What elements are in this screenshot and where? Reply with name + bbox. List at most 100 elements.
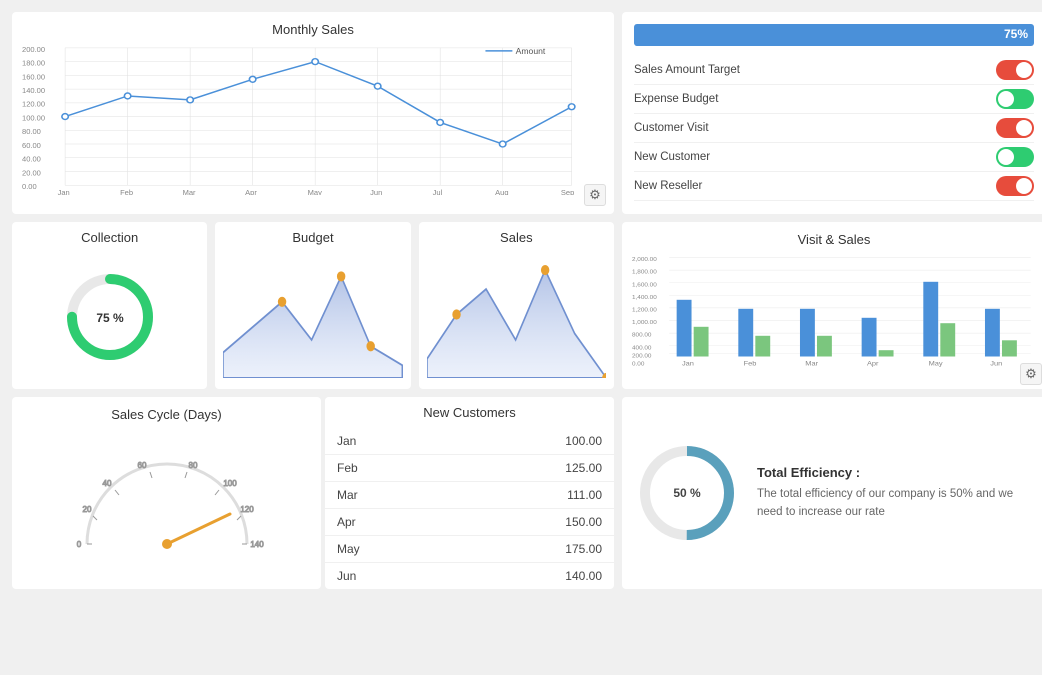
monthly-sales-title: Monthly Sales [22, 22, 604, 37]
svg-text:1,400.00: 1,400.00 [632, 295, 658, 300]
table-row: Apr 150.00 [325, 509, 614, 536]
efficiency-label: 50 % [673, 486, 700, 500]
toggle-sales-amount: Sales Amount Target [634, 56, 1034, 85]
svg-text:Mar: Mar [183, 188, 197, 195]
svg-text:Aug: Aug [495, 188, 508, 195]
collection-donut-svg: 75 % [60, 267, 160, 367]
efficiency-donut: 50 % [632, 438, 742, 548]
svg-text:0.00: 0.00 [632, 362, 645, 367]
svg-text:Apr: Apr [867, 361, 879, 367]
svg-text:20.00: 20.00 [22, 169, 41, 178]
svg-text:May: May [308, 188, 323, 195]
new-customers-table-container[interactable]: Jan 100.00 Feb 125.00 Mar 111.00 Apr [325, 428, 614, 583]
line-chart-svg: 200.00 180.00 160.00 140.00 120.00 100.0… [22, 43, 604, 195]
svg-text:1,000.00: 1,000.00 [632, 320, 658, 325]
progress-label: 75% [1004, 27, 1028, 41]
table-row: Mar 111.00 [325, 482, 614, 509]
svg-text:200.00: 200.00 [22, 45, 45, 54]
nc-value-mar: 111.00 [451, 482, 614, 509]
toggle-customer-visit-switch[interactable] [996, 118, 1034, 138]
right-top-panel: 75% Sales Amount Target Expense Budget C… [622, 12, 1042, 214]
svg-text:100.00: 100.00 [22, 114, 45, 123]
svg-text:80.00: 80.00 [22, 128, 41, 137]
new-customers-table: Jan 100.00 Feb 125.00 Mar 111.00 Apr [325, 428, 614, 583]
toggle-new-customer-switch[interactable] [996, 147, 1034, 167]
collection-donut-container: 75 % [20, 251, 199, 382]
nc-month-feb: Feb [325, 455, 451, 482]
table-row: Jun 140.00 [325, 563, 614, 584]
visit-sales-chart-container: 2,000.00 1,800.00 1,600.00 1,400.00 1,20… [632, 253, 1036, 370]
svg-text:40: 40 [102, 479, 111, 488]
progress-bar: 75% [634, 24, 1034, 46]
toggle-new-reseller-switch[interactable] [996, 176, 1034, 196]
svg-text:2,000.00: 2,000.00 [632, 257, 658, 262]
nc-value-may: 175.00 [451, 536, 614, 563]
svg-text:1,200.00: 1,200.00 [632, 308, 658, 313]
gauge-svg: 0 20 40 60 80 [67, 434, 267, 564]
svg-text:Mar: Mar [805, 361, 819, 367]
svg-text:75 %: 75 % [96, 311, 124, 325]
sales-mini-card: Sales [419, 222, 614, 389]
table-row: May 175.00 [325, 536, 614, 563]
svg-text:Jan: Jan [58, 188, 70, 195]
svg-text:Jul: Jul [433, 188, 443, 195]
budget-card: Budget [215, 222, 410, 389]
small-cards-container: Collection 75 % Budget [12, 222, 614, 389]
nc-month-may: May [325, 536, 451, 563]
dashboard: Monthly Sales [0, 0, 1042, 675]
budget-title: Budget [223, 230, 402, 245]
nc-value-jun: 140.00 [451, 563, 614, 584]
svg-text:Jun: Jun [990, 361, 1002, 367]
toggle-expense-budget-switch[interactable] [996, 89, 1034, 109]
monthly-sales-gear[interactable]: ⚙ [584, 184, 606, 206]
svg-text:Feb: Feb [120, 188, 133, 195]
svg-text:Jan: Jan [682, 361, 694, 367]
visit-sales-card: Visit & Sales 2,000.00 1,800.00 1,600.00… [622, 222, 1042, 389]
svg-text:40.00: 40.00 [22, 155, 41, 164]
toggle-customer-visit: Customer Visit [634, 114, 1034, 143]
svg-text:400.00: 400.00 [632, 346, 652, 351]
table-row: Jan 100.00 [325, 428, 614, 455]
nc-value-jan: 100.00 [451, 428, 614, 455]
svg-text:200.00: 200.00 [632, 354, 652, 359]
visit-sales-title: Visit & Sales [632, 232, 1036, 247]
nc-value-feb: 125.00 [451, 455, 614, 482]
svg-text:Amount: Amount [516, 47, 546, 56]
svg-text:0.00: 0.00 [22, 182, 37, 191]
nc-month-apr: Apr [325, 509, 451, 536]
svg-text:160.00: 160.00 [22, 73, 45, 82]
gauge-container: 0 20 40 60 80 [22, 428, 311, 570]
svg-text:Jun: Jun [370, 188, 382, 195]
budget-chart-svg [223, 251, 402, 378]
table-row: Feb 125.00 [325, 455, 614, 482]
budget-chart-container [223, 251, 402, 378]
sales-mini-chart-svg [427, 251, 606, 378]
efficiency-description: The total efficiency of our company is 5… [757, 486, 1036, 521]
monthly-sales-card: Monthly Sales [12, 12, 614, 214]
sales-cycle-card: Sales Cycle (Days) 0 20 40 [12, 397, 321, 589]
svg-text:1,800.00: 1,800.00 [632, 270, 658, 275]
svg-text:140: 140 [250, 540, 264, 549]
efficiency-title: Total Efficiency : [757, 465, 1036, 480]
svg-text:Apr: Apr [245, 188, 257, 195]
svg-text:Feb: Feb [744, 361, 757, 367]
visit-sales-chart-svg: 2,000.00 1,800.00 1,600.00 1,400.00 1,20… [632, 253, 1036, 370]
sales-cycle-title: Sales Cycle (Days) [22, 407, 311, 422]
svg-text:120.00: 120.00 [22, 100, 45, 109]
toggle-sales-amount-switch[interactable] [996, 60, 1034, 80]
visit-sales-gear[interactable]: ⚙ [1020, 363, 1042, 385]
svg-text:120: 120 [240, 505, 254, 514]
svg-text:60: 60 [137, 461, 146, 470]
collection-title: Collection [20, 230, 199, 245]
svg-text:Sep: Sep [561, 188, 574, 195]
svg-text:80: 80 [188, 461, 197, 470]
collection-card: Collection 75 % [12, 222, 207, 389]
toggle-new-reseller: New Reseller [634, 172, 1034, 201]
sales-mini-chart-container [427, 251, 606, 378]
bottom-left-container: Sales Cycle (Days) 0 20 40 [12, 397, 614, 589]
svg-text:0: 0 [76, 540, 81, 549]
new-customers-card: New Customers Jan 100.00 Feb 125.00 Ma [325, 397, 614, 589]
sales-mini-title: Sales [427, 230, 606, 245]
svg-text:800.00: 800.00 [632, 333, 652, 338]
nc-month-jun: Jun [325, 563, 451, 584]
